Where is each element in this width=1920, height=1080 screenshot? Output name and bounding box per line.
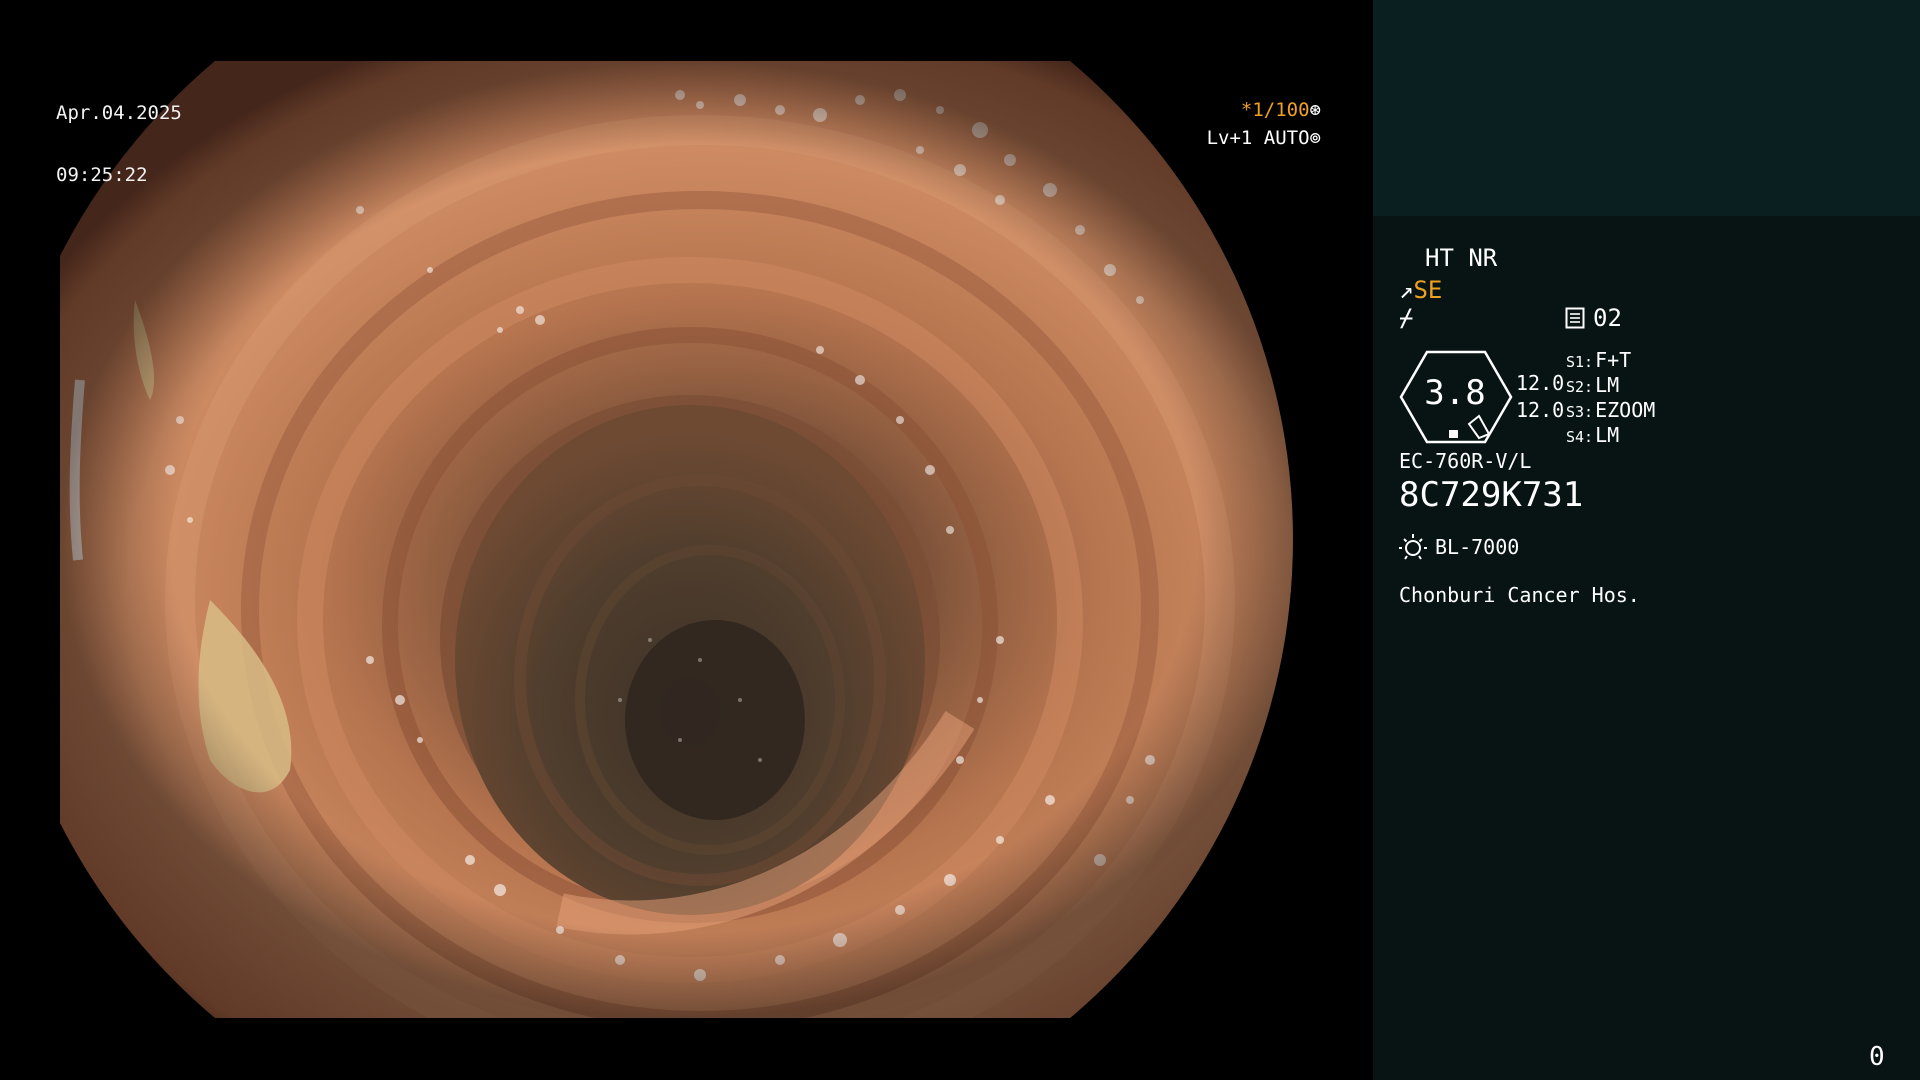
sun-lamp-icon [1399,534,1427,560]
switch-key: S1: [1566,353,1594,371]
light-level-label: Lv+1 AUTO [1206,127,1310,149]
memo-row: 02 [1565,306,1622,330]
switch-key: S2: [1566,378,1594,396]
switch-row-s2: S2: LM [1566,375,1619,395]
timestamp: Apr.04.2025 09:25:22 [56,66,182,228]
memo-value: 02 [1593,304,1622,332]
aperture-icon: ⊛ [1309,99,1321,121]
gauge-value: 3.8 [1424,373,1486,413]
switch-key: S3: [1566,403,1594,421]
info-panel: HT NR ↗SE ⌿ 02 3.8 12.0 12.0 S1: F+T S2: L… [1373,0,1920,1080]
light-level-indicator: Lv+1 AUTO⊚ [1207,129,1321,148]
setting-value-a: 12.0 [1516,371,1565,395]
date-label: Apr.04.2025 [56,102,182,124]
switch-row-s1: S1: F+T [1566,350,1631,370]
memo-card-icon [1565,307,1585,329]
light-source-row: BL-7000 [1399,533,1519,561]
endoscope-view: Apr.04.2025 09:25:22 *1/100⊛ Lv+1 AUTO⊚ [0,0,1373,1080]
colon-lumen-image [60,61,1293,1018]
switch-value: LM [1595,423,1620,447]
enhance-mode-label: SE [1413,276,1443,304]
shutter-speed-label: *1/100 [1240,99,1310,121]
image-counter: 0 [1869,1042,1885,1072]
setting-value-b: 12.0 [1516,398,1565,422]
switch-row-s3: S3: EZOOM [1566,400,1655,420]
switch-value: EZOOM [1595,398,1656,422]
time-label: 09:25:22 [56,164,148,186]
switch-value: LM [1595,373,1620,397]
enhance-mode-row: ↗SE [1399,278,1442,302]
iris-icon: ⊚ [1309,127,1321,149]
scope-model: EC-760R-V/L [1399,449,1532,473]
scope-serial: 8C729K731 [1399,475,1584,515]
panel-top-block [1373,0,1920,216]
scope-arrow-icon: ↗ [1399,276,1414,304]
hospital-name: Chonburi Cancer Hos. [1399,583,1640,607]
switch-key: S4: [1566,428,1594,446]
slash-icon: ⌿ [1399,304,1414,332]
light-source-label: BL-7000 [1435,535,1520,559]
switch-row-s4: S4: LM [1566,425,1619,445]
ht-nr-label: HT NR [1425,244,1498,272]
switch-value: F+T [1595,348,1632,372]
shutter-indicator: *1/100⊛ [1241,101,1321,120]
